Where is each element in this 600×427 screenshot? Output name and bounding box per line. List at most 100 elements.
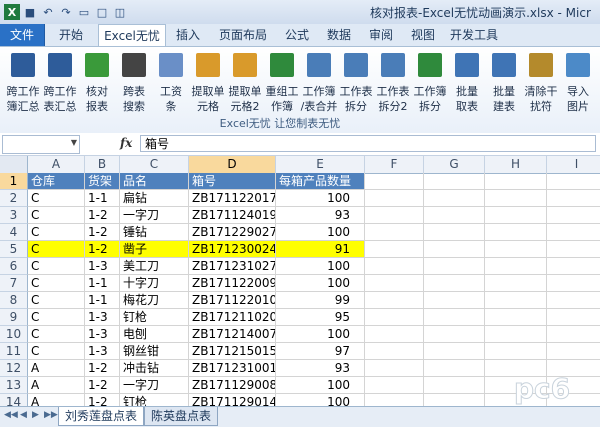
cell-F8[interactable] [365, 292, 424, 309]
tab-9[interactable]: 开发工具 [446, 24, 502, 46]
cell-C10[interactable]: 电刨 [120, 326, 189, 343]
cell-H7[interactable] [485, 275, 547, 292]
tab-1[interactable]: 开始 [48, 24, 94, 46]
cell-D8[interactable]: ZB171122010 [189, 292, 276, 309]
cell-F2[interactable] [365, 190, 424, 207]
cell-C12[interactable]: 冲击钻 [120, 360, 189, 377]
cell-C11[interactable]: 钢丝钳 [120, 343, 189, 360]
cell-I3[interactable] [547, 207, 600, 224]
cell-F5[interactable] [365, 241, 424, 258]
chevron-down-icon[interactable]: ▼ [71, 138, 77, 147]
row-header[interactable]: 6 [0, 258, 28, 275]
cell-C14[interactable]: 钉枪 [120, 394, 189, 406]
cell-H4[interactable] [485, 224, 547, 241]
cell-D6[interactable]: ZB171231027 [189, 258, 276, 275]
cell-B3[interactable]: 1-2 [85, 207, 120, 224]
cell-B6[interactable]: 1-3 [85, 258, 120, 275]
next-sheet-icon[interactable]: ▶ [32, 410, 39, 420]
ribbon-button-2[interactable]: 核对 报表 [79, 51, 115, 113]
cell-G1[interactable] [424, 173, 485, 190]
cell-B4[interactable]: 1-2 [85, 224, 120, 241]
tab-0[interactable]: 文件 [0, 24, 45, 46]
tab-2[interactable]: Excel无忧 [98, 24, 166, 48]
cell-F4[interactable] [365, 224, 424, 241]
ribbon-button-11[interactable]: 工作簿 拆分 [412, 51, 448, 113]
cell-A6[interactable]: C [28, 258, 85, 275]
name-box[interactable]: ▼ [2, 135, 80, 154]
cell-A4[interactable]: C [28, 224, 85, 241]
cell-I10[interactable] [547, 326, 600, 343]
cell-B13[interactable]: 1-2 [85, 377, 120, 394]
cell-B12[interactable]: 1-2 [85, 360, 120, 377]
cell-A10[interactable]: C [28, 326, 85, 343]
cell-B14[interactable]: 1-2 [85, 394, 120, 406]
cell-I9[interactable] [547, 309, 600, 326]
ribbon-button-3[interactable]: 跨表 搜索 [116, 51, 152, 113]
cell-F14[interactable] [365, 394, 424, 406]
cell-I7[interactable] [547, 275, 600, 292]
cell-D9[interactable]: ZB171211020 [189, 309, 276, 326]
cell-G3[interactable] [424, 207, 485, 224]
row-header[interactable]: 5 [0, 241, 28, 258]
cell-G13[interactable] [424, 377, 485, 394]
row-header[interactable]: 3 [0, 207, 28, 224]
sheet-tab-0[interactable]: 刘秀莲盘点表 [58, 407, 145, 426]
cell-G14[interactable] [424, 394, 485, 406]
cell-D3[interactable]: ZB171124019 [189, 207, 276, 224]
cell-G8[interactable] [424, 292, 485, 309]
cell-C5[interactable]: 凿子 [120, 241, 189, 258]
first-sheet-icon[interactable]: ◀◀ [4, 410, 18, 420]
cell-E12[interactable]: 93 [276, 360, 365, 377]
cell-E2[interactable]: 100 [276, 190, 365, 207]
cell-I1[interactable] [547, 173, 600, 190]
open-folder-icon[interactable]: ▭ [76, 4, 92, 20]
cell-E6[interactable]: 100 [276, 258, 365, 275]
cell-C1[interactable]: 品名 [120, 173, 189, 190]
column-header-B[interactable]: B [85, 156, 120, 173]
row-header[interactable]: 4 [0, 224, 28, 241]
cell-B2[interactable]: 1-1 [85, 190, 120, 207]
cell-F7[interactable] [365, 275, 424, 292]
cell-H8[interactable] [485, 292, 547, 309]
row-header[interactable]: 8 [0, 292, 28, 309]
cell-D11[interactable]: ZB171215015 [189, 343, 276, 360]
cell-A11[interactable]: C [28, 343, 85, 360]
redo-icon[interactable]: ↷ [58, 4, 74, 20]
cell-E11[interactable]: 97 [276, 343, 365, 360]
cell-G5[interactable] [424, 241, 485, 258]
column-header-G[interactable]: G [424, 156, 485, 173]
tab-6[interactable]: 数据 [320, 24, 358, 46]
cell-F9[interactable] [365, 309, 424, 326]
function-icon[interactable]: fx [120, 136, 132, 150]
ribbon-button-14[interactable]: 清除干 扰符 [523, 51, 559, 113]
cell-H9[interactable] [485, 309, 547, 326]
cell-I11[interactable] [547, 343, 600, 360]
cell-D4[interactable]: ZB171229027 [189, 224, 276, 241]
cell-B9[interactable]: 1-3 [85, 309, 120, 326]
cell-I4[interactable] [547, 224, 600, 241]
cell-B1[interactable]: 货架 [85, 173, 120, 190]
cell-G7[interactable] [424, 275, 485, 292]
row-header[interactable]: 9 [0, 309, 28, 326]
row-header[interactable]: 11 [0, 343, 28, 360]
column-header-C[interactable]: C [120, 156, 189, 173]
cell-E8[interactable]: 99 [276, 292, 365, 309]
ribbon-button-0[interactable]: 跨工作 簿汇总 [5, 51, 41, 113]
cell-F3[interactable] [365, 207, 424, 224]
cell-C6[interactable]: 美工刀 [120, 258, 189, 275]
worksheet-grid[interactable]: ABCDEFGHI 1 仓库 货架 品名 箱号 每箱产品数量 2 C 1-1 扁钻 ZB171122… [0, 156, 600, 406]
cell-A12[interactable]: A [28, 360, 85, 377]
column-header-E[interactable]: E [276, 156, 365, 173]
cell-B5[interactable]: 1-2 [85, 241, 120, 258]
ribbon-button-8[interactable]: 工作簿/表合并 [301, 51, 337, 113]
cell-F6[interactable] [365, 258, 424, 275]
cell-H6[interactable] [485, 258, 547, 275]
ribbon-button-13[interactable]: 批量 建表 [486, 51, 522, 113]
cell-H11[interactable] [485, 343, 547, 360]
cell-E9[interactable]: 95 [276, 309, 365, 326]
tab-7[interactable]: 审阅 [362, 24, 400, 46]
tab-3[interactable]: 插入 [168, 24, 208, 46]
cell-E10[interactable]: 100 [276, 326, 365, 343]
ribbon-button-6[interactable]: 提取单 元格2 [227, 51, 263, 113]
cell-B7[interactable]: 1-1 [85, 275, 120, 292]
